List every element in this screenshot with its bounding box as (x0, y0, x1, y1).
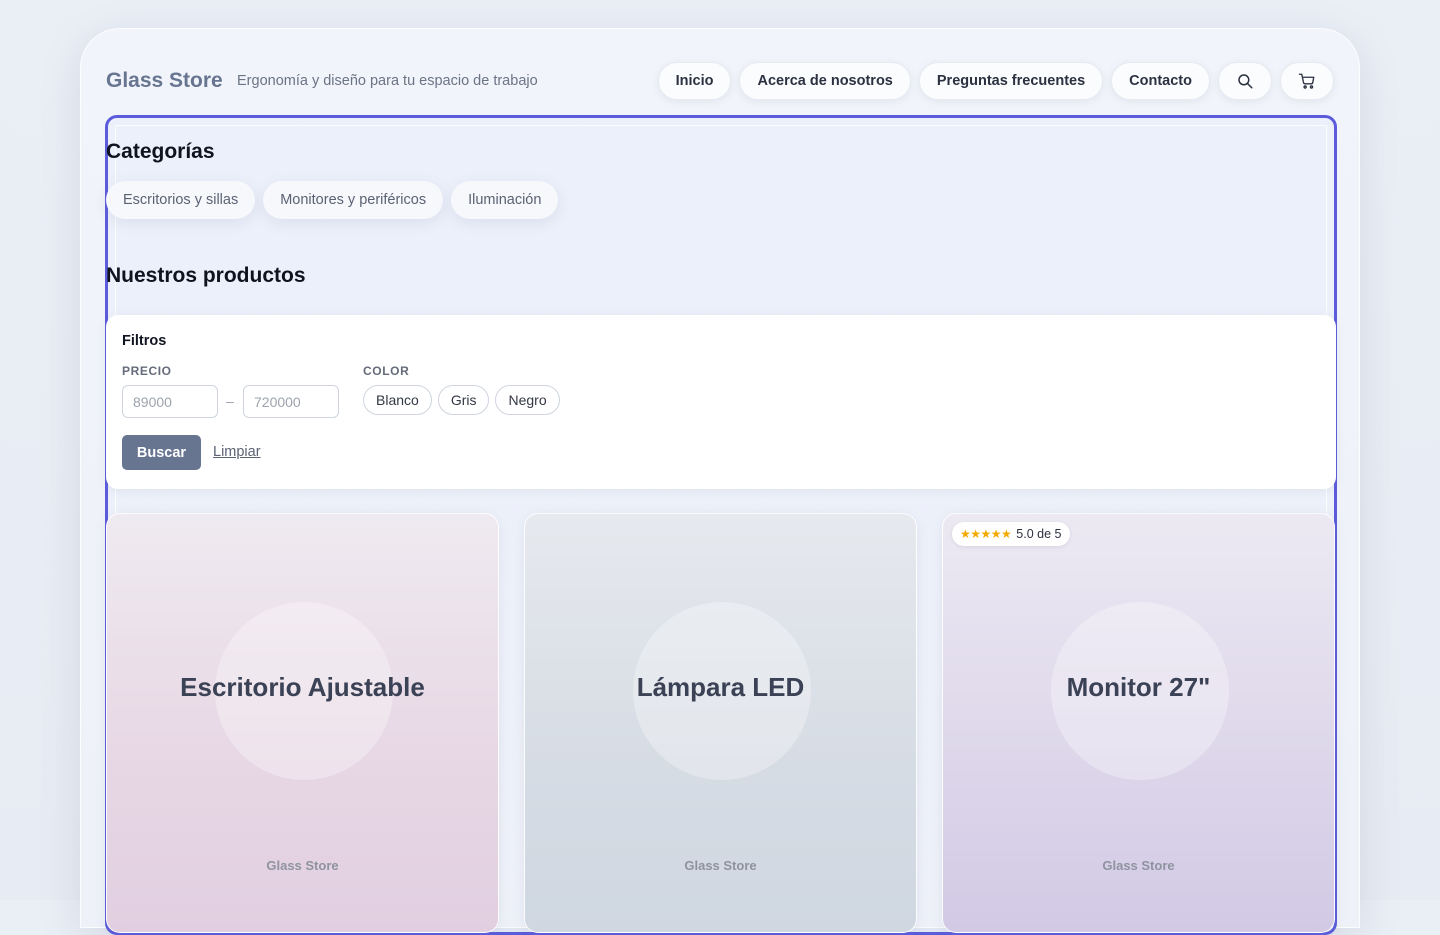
filters-title: Filtros (122, 333, 167, 349)
filters-panel: Filtros PRECIO – COLOR Blanco Gris Negro… (106, 315, 1336, 489)
categories-title: Categorías (106, 140, 215, 163)
search-icon (1238, 74, 1253, 89)
brand-tagline: Ergonomía y diseño para tu espacio de tr… (237, 73, 538, 89)
products-title: Nuestros productos (106, 264, 306, 287)
rating-text: 5.0 de 5 (1016, 527, 1062, 541)
color-blanco[interactable]: Blanco (363, 385, 432, 415)
category-escritorios[interactable]: Escritorios y sillas (106, 181, 256, 219)
category-iluminacion[interactable]: Iluminación (451, 181, 559, 219)
main-nav: Inicio Acerca de nosotros Preguntas frec… (657, 62, 1334, 100)
product-brand: Glass Store (684, 858, 757, 873)
color-label: COLOR (363, 364, 410, 378)
product-name: Monitor 27" (1066, 672, 1211, 702)
category-monitores[interactable]: Monitores y periféricos (263, 181, 444, 219)
product-brand: Glass Store (266, 858, 339, 873)
nav-inicio[interactable]: Inicio (657, 62, 732, 100)
product-card[interactable]: Lámpara LED Glass Store (524, 513, 917, 933)
product-card[interactable]: ★★★★★ 5.0 de 5 Monitor 27" Glass Store (942, 513, 1335, 933)
cart-icon (1298, 73, 1315, 89)
rating-badge: ★★★★★ 5.0 de 5 (952, 522, 1071, 546)
brand-logo[interactable]: Glass Store (106, 69, 223, 93)
nav-contacto[interactable]: Contacto (1111, 62, 1210, 100)
price-max-input[interactable] (243, 385, 339, 418)
category-list: Escritorios y sillas Monitores y perifér… (106, 181, 559, 219)
product-name: Escritorio Ajustable (180, 672, 425, 702)
price-min-input[interactable] (122, 385, 218, 418)
color-negro[interactable]: Negro (495, 385, 560, 415)
product-name: Lámpara LED (636, 672, 805, 702)
star-icon: ★★★★★ (960, 527, 1012, 541)
app-window: Glass Store Ergonomía y diseño para tu e… (80, 28, 1360, 935)
product-card[interactable]: Escritorio Ajustable Glass Store (106, 513, 499, 933)
product-brand: Glass Store (1102, 858, 1175, 873)
price-label: PRECIO (122, 364, 172, 378)
price-separator: – (226, 393, 234, 409)
search-button[interactable] (1218, 62, 1272, 100)
color-options: Blanco Gris Negro (363, 385, 560, 415)
nav-acerca[interactable]: Acerca de nosotros (739, 62, 911, 100)
main-content: Categorías Escritorios y sillas Monitore… (105, 115, 1337, 935)
product-grid: Escritorio Ajustable Glass Store Lámpara… (106, 513, 1335, 933)
nav-faq[interactable]: Preguntas frecuentes (918, 62, 1104, 100)
cart-button[interactable] (1280, 62, 1334, 100)
color-gris[interactable]: Gris (437, 385, 490, 415)
search-submit-button[interactable]: Buscar (122, 435, 201, 470)
clear-filters-link[interactable]: Limpiar (213, 444, 261, 460)
